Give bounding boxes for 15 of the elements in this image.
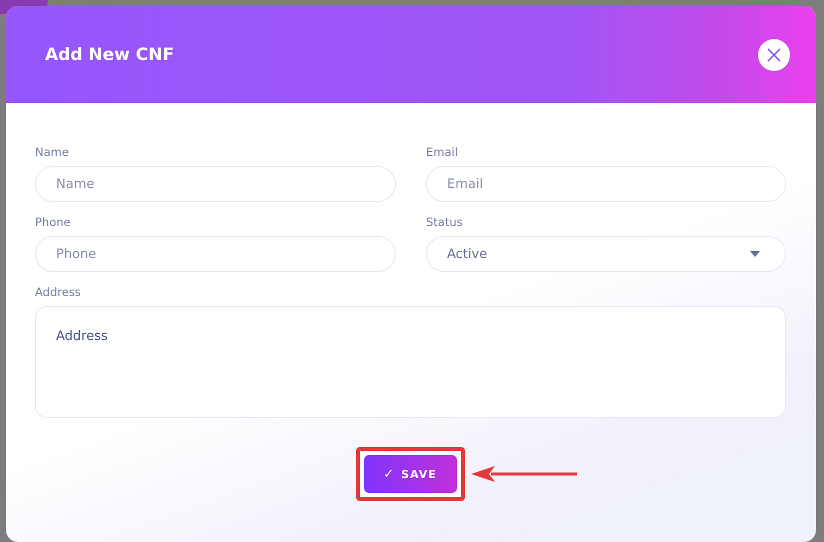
input-field[interactable]: Email <box>426 166 786 202</box>
caret-icon <box>750 251 760 257</box>
field-label: Status <box>426 215 463 229</box>
text-area[interactable]: Address <box>35 306 786 418</box>
close-icon <box>767 48 781 62</box>
status-dropdown[interactable]: Active <box>426 236 786 272</box>
save-button[interactable]: ✓ SAVE <box>364 455 456 493</box>
close-button[interactable] <box>758 38 790 70</box>
field-label: Email <box>426 145 458 159</box>
input-field[interactable]: Phone <box>35 236 396 272</box>
input-field[interactable]: Name <box>35 166 396 202</box>
field-label: Phone <box>35 215 71 229</box>
field-label: Name <box>35 145 69 159</box>
dialog-title: Add New CNF <box>45 44 174 64</box>
field-label: Address <box>35 285 81 299</box>
